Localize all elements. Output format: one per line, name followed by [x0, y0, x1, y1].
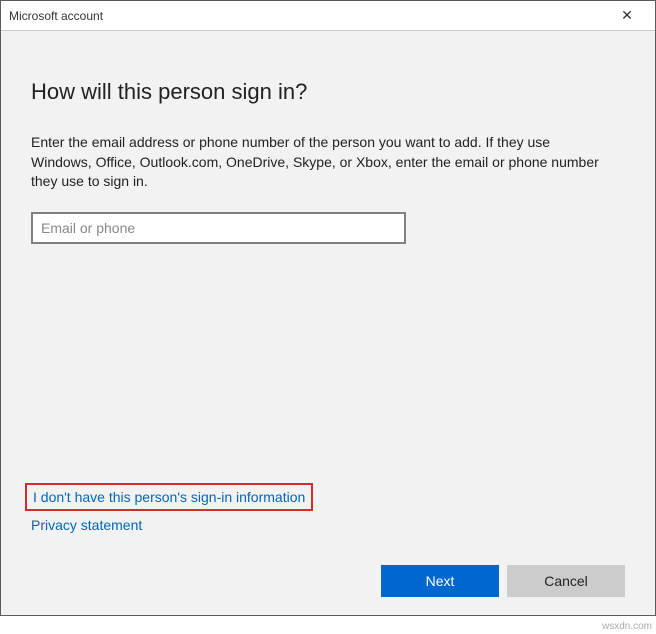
- dialog-window: Microsoft account ✕ How will this person…: [0, 0, 656, 616]
- watermark: wsxdn.com: [602, 621, 652, 632]
- email-phone-input[interactable]: [31, 212, 406, 244]
- close-button[interactable]: ✕: [607, 2, 647, 30]
- next-button[interactable]: Next: [381, 565, 499, 597]
- button-row: Next Cancel: [381, 565, 625, 597]
- bottom-links: I don't have this person's sign-in infor…: [31, 483, 313, 543]
- no-signin-info-link[interactable]: I don't have this person's sign-in infor…: [25, 483, 313, 511]
- titlebar: Microsoft account ✕: [1, 1, 655, 31]
- privacy-statement-link[interactable]: Privacy statement: [31, 517, 142, 533]
- close-icon: ✕: [621, 7, 633, 24]
- page-description: Enter the email address or phone number …: [31, 133, 611, 192]
- dialog-content: How will this person sign in? Enter the …: [1, 31, 655, 615]
- window-title: Microsoft account: [9, 9, 607, 23]
- cancel-button[interactable]: Cancel: [507, 565, 625, 597]
- page-heading: How will this person sign in?: [31, 79, 625, 105]
